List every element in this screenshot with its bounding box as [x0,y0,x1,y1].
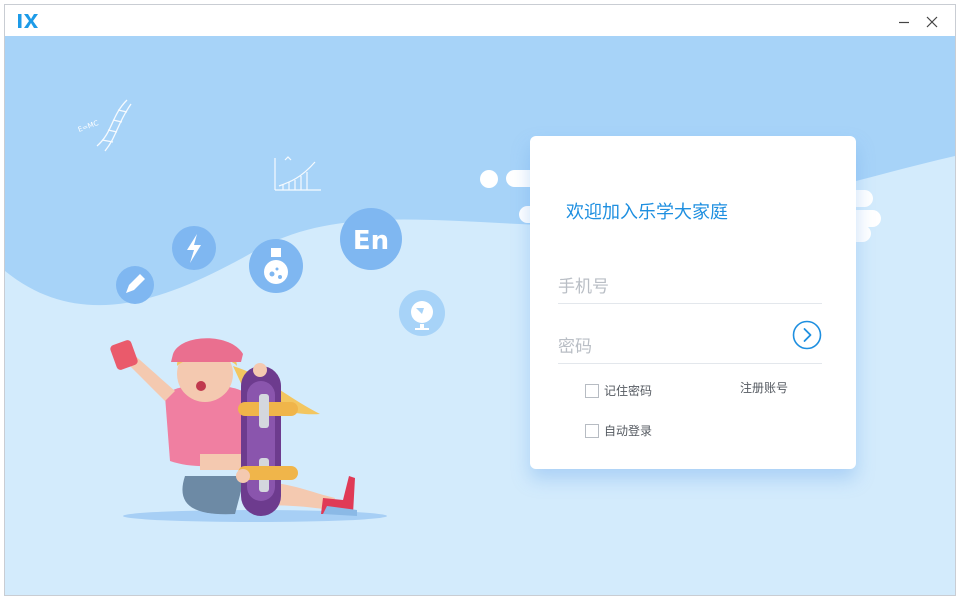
lightning-icon [172,226,216,270]
title-bar[interactable] [5,5,955,36]
auto-login-label: 自动登录 [604,424,653,438]
globe-icon [399,290,445,336]
login-stage: E=MC En 欢迎加入乐学大家庭 手机号 记住密码 注册账号 自动登录 [5,36,955,595]
phone-field[interactable] [558,272,822,304]
chevron-right-circle-icon [792,320,822,350]
auto-login-checkbox[interactable] [585,423,599,438]
minimize-icon [899,21,909,24]
login-card: 欢迎加入乐学大家庭 记住密码 注册账号 [530,136,856,469]
minimize-button[interactable] [893,11,915,33]
english-icon: En [340,208,402,270]
auto-login-option[interactable]: 自动登录 [585,422,652,439]
password-input[interactable] [558,332,788,362]
welcome-title: 欢迎加入乐学大家庭 [566,202,728,223]
remember-password-label: 记住密码 [604,384,653,398]
close-icon [926,16,938,28]
girl-illustration [110,338,387,522]
remember-password-option[interactable]: 记住密码 [585,382,652,399]
remember-password-checkbox[interactable] [585,383,599,398]
cloud-dot [480,170,498,188]
flask-icon [249,239,303,293]
password-field[interactable] [558,332,822,364]
close-button[interactable] [921,11,943,33]
login-submit-button[interactable] [792,320,822,350]
phone-input[interactable] [558,272,788,302]
ix-logo-icon [18,14,38,28]
app-window: E=MC En 欢迎加入乐学大家庭 手机号 记住密码 注册账号 自动登录 [4,4,956,596]
register-account-link[interactable]: 注册账号 [740,379,788,396]
svg-text:En: En [353,226,389,256]
pencil-icon [116,266,154,304]
